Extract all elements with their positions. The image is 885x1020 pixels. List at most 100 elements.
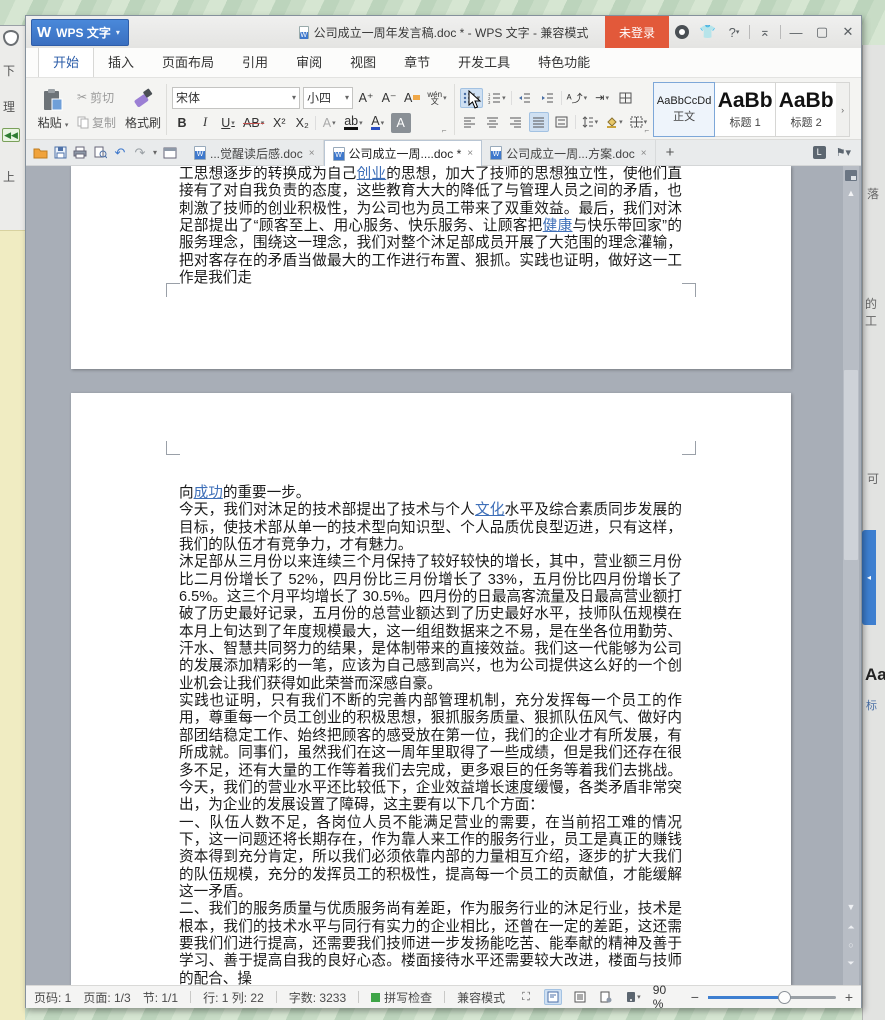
tab-menu-flag-icon[interactable]: ⚑▾ — [836, 146, 851, 159]
skin-theme-icon[interactable]: 👕 — [695, 16, 721, 48]
grow-font-button[interactable]: A⁺ — [356, 88, 376, 108]
print-preview-icon[interactable] — [90, 143, 110, 163]
zoom-out-button[interactable]: − — [691, 989, 699, 1005]
style-正文[interactable]: AaBbCcDd 正文 — [653, 82, 716, 137]
maximize-button[interactable]: ▢ — [809, 16, 835, 48]
strikethrough-button[interactable]: AB ▾ — [241, 113, 266, 133]
hyperlink[interactable]: 成功 — [194, 485, 223, 501]
paste-button[interactable]: 粘贴 ▾ — [32, 82, 74, 137]
decrease-indent-button[interactable] — [515, 88, 535, 108]
print-icon[interactable] — [70, 143, 90, 163]
font-name-select[interactable]: 宋体 ▾ — [172, 86, 301, 109]
close-tab-icon[interactable]: × — [641, 148, 647, 159]
menu-tab-引用[interactable]: 引用 — [228, 46, 282, 77]
scroll-up-icon[interactable]: ▲ — [843, 188, 859, 198]
browse-object-icon[interactable]: ○ — [843, 940, 859, 950]
shading-button[interactable]: ▾ — [603, 112, 625, 132]
zoom-in-button[interactable]: + — [845, 989, 853, 1005]
menu-tab-审阅[interactable]: 审阅 — [282, 46, 336, 77]
page-2[interactable]: 向成功的重要一步。 今天，我们对沐足的技术部提出了技术与个人文化水平及综合素质同步… — [71, 393, 791, 985]
menu-tab-特色功能[interactable]: 特色功能 — [524, 46, 604, 77]
paragraph-dialog-launcher-icon[interactable]: ⌐ — [644, 126, 649, 135]
wps-app-menu-button[interactable]: W WPS 文字 ▾ — [31, 18, 129, 46]
font-dialog-launcher-icon[interactable]: ⌐ — [442, 126, 447, 135]
clear-format-button[interactable]: A — [402, 88, 422, 108]
status-item[interactable]: 节: 1/1 — [143, 989, 178, 1006]
bold-button[interactable]: B — [172, 113, 192, 133]
minimize-button[interactable]: — — [783, 16, 809, 48]
status-item[interactable]: 字数: 3233 — [289, 989, 346, 1006]
document-area[interactable]: 工思想逐步的转换成为自己创业的思想，加大了技师的思想独立性，使他们直接有了对自我… — [26, 166, 861, 985]
hyperlink[interactable]: 文化 — [475, 502, 505, 518]
shrink-font-button[interactable]: A⁻ — [379, 88, 399, 108]
align-left-button[interactable] — [460, 112, 480, 132]
open-file-icon[interactable] — [30, 143, 50, 163]
document-tab[interactable]: 公司成立一周....doc * × — [323, 140, 483, 166]
undo-icon[interactable]: ↶ — [110, 143, 130, 163]
scroll-down-icon[interactable]: ▼ — [843, 902, 859, 912]
justify-button[interactable] — [528, 111, 549, 132]
highlight-color-button[interactable]: ab ▾ — [342, 113, 364, 133]
text-effects-button[interactable]: A ▾ — [319, 113, 339, 133]
collapse-ribbon-icon[interactable]: ⌅ — [752, 16, 778, 48]
format-painter-button[interactable]: 格式刷 — [125, 114, 161, 131]
line-spacing-button[interactable]: ▾ — [579, 112, 601, 132]
close-tab-icon[interactable]: × — [467, 148, 473, 159]
italic-button[interactable]: I — [195, 113, 215, 133]
bullets-button[interactable]: ▾ — [459, 87, 484, 108]
copy-button[interactable]: 复制 — [74, 112, 119, 133]
align-right-button[interactable] — [506, 112, 526, 132]
underline-button[interactable]: U ▾ — [218, 113, 238, 133]
numbering-button[interactable]: 123 ▾ — [486, 88, 508, 108]
text-direction-button[interactable]: ⇥ ▾ — [592, 88, 612, 108]
outline-view-icon[interactable] — [571, 989, 589, 1005]
superscript-button[interactable]: X² — [269, 113, 289, 133]
page-1[interactable]: 工思想逐步的转换成为自己创业的思想，加大了技师的思想独立性，使他们直接有了对自我… — [71, 166, 791, 369]
text-tools-button[interactable]: ᴬ⤴ ▾ — [565, 88, 590, 108]
tab-list-icon[interactable]: L — [812, 146, 826, 159]
chevron-down-icon[interactable]: ▾ — [153, 148, 157, 157]
styles-scroll-button[interactable]: › — [836, 82, 851, 137]
page-view-icon[interactable] — [543, 989, 562, 1005]
read-mode-icon[interactable]: ▾ — [624, 989, 642, 1005]
hyperlink[interactable]: 健康 — [543, 218, 573, 234]
close-button[interactable]: ✕ — [835, 16, 861, 48]
menu-tab-视图[interactable]: 视图 — [336, 46, 390, 77]
vertical-scrollbar[interactable]: ▲ ▼ ⏶ ○ ⏷ — [843, 166, 859, 985]
wps-community-icon[interactable] — [669, 16, 695, 48]
hyperlink[interactable]: 创业 — [357, 166, 387, 182]
web-layout-icon[interactable] — [597, 989, 615, 1005]
align-center-button[interactable] — [483, 112, 503, 132]
fullscreen-icon[interactable]: ⛶ — [517, 989, 535, 1005]
status-item[interactable]: 页面: 1/3 — [83, 989, 130, 1006]
increase-indent-button[interactable] — [538, 88, 558, 108]
login-button[interactable]: 未登录 — [604, 16, 669, 48]
scrollbar-thumb[interactable] — [844, 370, 858, 560]
collapsed-panel-tab[interactable]: ◂ — [862, 530, 876, 625]
next-page-icon[interactable]: ⏷ — [843, 958, 859, 968]
status-item[interactable]: 拼写检查 — [371, 989, 432, 1006]
status-item[interactable]: 页码: 1 — [34, 989, 71, 1006]
menu-tab-章节[interactable]: 章节 — [390, 46, 444, 77]
new-document-tab-button[interactable]: + — [656, 144, 685, 161]
status-item[interactable]: 兼容模式 — [457, 989, 505, 1006]
previous-page-icon[interactable]: ⏶ — [843, 922, 859, 932]
zoom-slider-thumb[interactable] — [778, 990, 792, 1004]
menu-tab-开发工具[interactable]: 开发工具 — [444, 46, 524, 77]
distribute-button[interactable] — [552, 112, 572, 132]
split-view-icon[interactable] — [845, 170, 857, 181]
font-size-select[interactable]: 小四 ▾ — [303, 86, 354, 109]
help-icon[interactable]: ? ▾ — [721, 16, 747, 48]
title-bar[interactable]: W WPS 文字 ▾ 公司成立一周年发言稿.doc * - WPS 文字 - 兼… — [26, 16, 861, 48]
document-tab[interactable]: 公司成立一周...方案.doc × — [482, 140, 656, 166]
status-item[interactable]: 行: 1 列: 22 — [203, 989, 264, 1006]
style-标题 2[interactable]: AaBb 标题 2 — [775, 82, 838, 137]
phonetic-guide-button[interactable]: wén 文 ▾ — [425, 88, 448, 108]
insert-table-icon[interactable] — [615, 88, 635, 108]
cut-button[interactable]: ✂ 剪切 — [74, 87, 119, 108]
subscript-button[interactable]: X₂ — [292, 113, 312, 133]
menu-tab-页面布局[interactable]: 页面布局 — [148, 46, 228, 77]
menu-tab-插入[interactable]: 插入 — [94, 46, 148, 77]
menu-tab-开始[interactable]: 开始 — [38, 45, 95, 77]
style-标题 1[interactable]: AaBb 标题 1 — [714, 82, 777, 137]
